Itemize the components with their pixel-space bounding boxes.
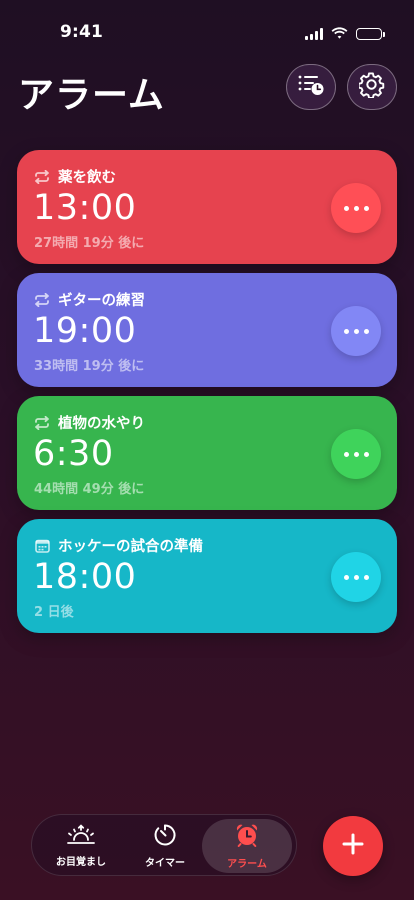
ellipsis-icon [343,328,349,334]
repeat-icon [34,415,50,431]
alarm-card[interactable]: ギターの練習 19:00 33時間 19分 後に [17,273,397,387]
repeat-icon [34,292,50,308]
alarm-card[interactable]: ホッケーの試合の準備 18:00 2 日後 [17,519,397,633]
sunrise-icon [66,824,96,850]
alarm-countdown: 27時間 19分 後に [34,236,145,251]
gear-icon [357,72,385,102]
ellipsis-icon [343,574,349,580]
tab-bar: お目覚まし タイマー アラーム [31,814,297,876]
tab-timer[interactable]: タイマー [120,819,210,873]
alarm-list-button[interactable] [286,64,336,110]
alarm-name: ホッケーの試合の準備 [58,539,203,555]
tab-label: お目覚まし [56,857,106,868]
tab-label: アラーム [227,859,267,870]
wifi-icon [331,24,348,43]
plus-icon [342,833,364,859]
alarm-countdown: 44時間 49分 後に [34,482,145,497]
alarm-name: 植物の水やり [58,416,145,432]
alarm-time: 6:30 [33,434,114,474]
more-options-button[interactable] [331,183,381,233]
list-clock-icon [298,74,324,100]
more-options-button[interactable] [331,552,381,602]
settings-button[interactable] [347,64,397,110]
alarm-name: ギターの練習 [58,293,145,309]
more-options-button[interactable] [331,306,381,356]
alarm-countdown: 33時間 19分 後に [34,359,145,374]
alarm-card[interactable]: 植物の水やり 6:30 44時間 49分 後に [17,396,397,510]
add-alarm-button[interactable] [323,816,383,876]
timer-icon [153,823,177,851]
alarm-time: 19:00 [33,311,137,351]
ellipsis-icon [343,205,349,211]
more-options-button[interactable] [331,429,381,479]
calendar-icon [34,538,50,554]
alarm-time: 18:00 [33,557,137,597]
status-time: 9:41 [60,22,104,42]
cellular-signal-icon [305,27,323,40]
alarm-time: 13:00 [33,188,137,228]
tab-alarm[interactable]: アラーム [202,819,292,873]
alarm-card[interactable]: 薬を飲む 13:00 27時間 19分 後に [17,150,397,264]
alarm-clock-icon [234,822,260,852]
alarm-countdown: 2 日後 [34,605,74,620]
repeat-icon [34,169,50,185]
ellipsis-icon [343,451,349,457]
alarm-name: 薬を飲む [58,170,116,186]
tab-wake-up[interactable]: お目覚まし [36,819,126,873]
battery-icon [356,27,385,40]
status-icons [305,24,385,43]
page-title: アラーム [18,75,165,116]
tab-label: タイマー [145,858,185,869]
status-bar: 9:41 [0,0,414,56]
